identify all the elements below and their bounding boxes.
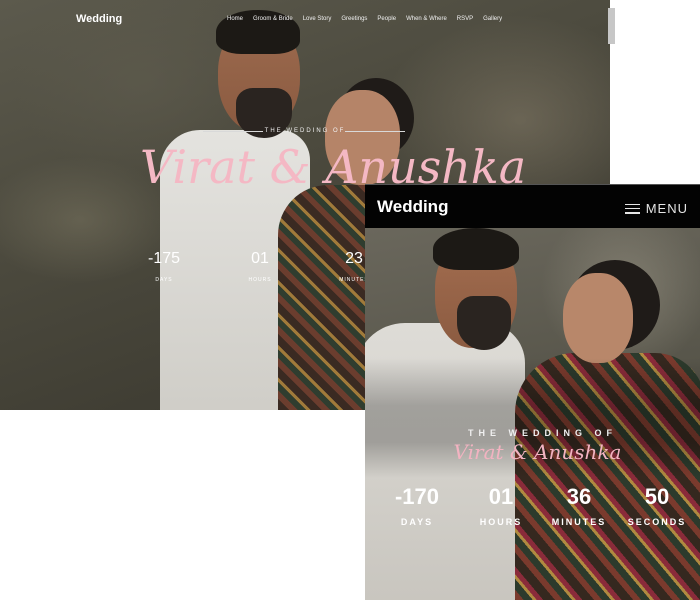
hamburger-icon: [624, 203, 640, 214]
nav-item-when-where[interactable]: When & Where: [406, 16, 447, 22]
nav-item-rsvp[interactable]: RSVP: [457, 16, 473, 22]
mobile-countdown-minutes-value: 36: [566, 484, 592, 509]
mobile-couple-names: Virat & Anushka: [453, 440, 622, 464]
nav-item-greetings[interactable]: Greetings: [341, 16, 367, 22]
mobile-countdown-seconds-label: SECONDS: [627, 517, 687, 527]
desktop-navbar: Wedding Home Groom & Bride Love Story Gr…: [0, 12, 610, 32]
groom-hair: [433, 228, 519, 270]
countdown-days: -175 DAYS: [139, 250, 189, 283]
wedding-of-heading: THE WEDDING OF: [264, 128, 346, 134]
mobile-site-logo[interactable]: Wedding: [377, 197, 448, 217]
mobile-header: Wedding MENU: [365, 184, 700, 228]
nav-item-people[interactable]: People: [377, 16, 396, 22]
mobile-countdown-days: -170 DAYS: [381, 484, 453, 527]
site-logo[interactable]: Wedding: [76, 13, 122, 25]
countdown-days-value: -175: [147, 250, 181, 267]
mobile-countdown-hours: 01 HOURS: [465, 484, 537, 527]
nav-item-gallery[interactable]: Gallery: [483, 16, 502, 22]
mobile-countdown-days-label: DAYS: [400, 517, 434, 527]
countdown-hours: 01 HOURS: [235, 250, 285, 283]
nav-item-groom-bride[interactable]: Groom & Bride: [253, 16, 293, 22]
desktop-nav-menu: Home Groom & Bride Love Story Greetings …: [227, 16, 502, 22]
mobile-countdown-seconds: 50 SECONDS: [621, 484, 693, 527]
nav-item-home[interactable]: Home: [227, 16, 243, 22]
countdown-days-label: DAYS: [155, 277, 173, 283]
nav-item-love-story[interactable]: Love Story: [303, 16, 332, 22]
bride-face: [563, 273, 633, 363]
mobile-countdown-minutes-label: MINUTES: [551, 517, 607, 527]
countdown-hours-value: 01: [251, 250, 269, 267]
mobile-preview: Wedding MENU THE WEDDING OF Virat & Anus…: [365, 184, 700, 600]
mobile-countdown-minutes: 36 MINUTES: [543, 484, 615, 527]
scrollbar-thumb[interactable]: [608, 8, 615, 44]
mobile-countdown-hours-label: HOURS: [479, 517, 523, 527]
countdown-hours-label: HOURS: [248, 277, 272, 283]
mobile-wedding-of-heading: THE WEDDING OF: [468, 428, 617, 438]
mobile-hero: THE WEDDING OF Virat & Anushka -170 DAYS…: [365, 228, 700, 600]
groom-beard: [457, 296, 511, 350]
mobile-countdown-days-value: -170: [394, 484, 440, 509]
mobile-countdown-seconds-value: 50: [644, 484, 670, 509]
menu-label: MENU: [645, 201, 688, 216]
mobile-countdown-hours-value: 01: [488, 484, 514, 509]
mobile-menu-button[interactable]: MENU: [624, 201, 688, 216]
